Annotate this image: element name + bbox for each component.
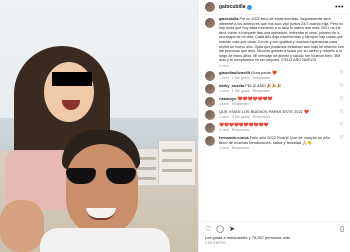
avatar[interactable]: [205, 96, 215, 107]
avatar[interactable]: [205, 2, 215, 12]
like-comment-heart-icon[interactable]: ♡: [340, 70, 344, 81]
comment-item: QUE VIVAN LOS BUENOS PAPAS ESTE 2022 ❤️ …: [199, 107, 350, 120]
girl-face: [44, 62, 94, 122]
avatar[interactable]: [205, 135, 215, 146]
comment-item: kathy_sosilla FELIZ AÑO 🎉🎉🎉 1 sem 1 Me gu…: [199, 81, 350, 94]
reply-button[interactable]: Responder: [253, 76, 271, 80]
post-actions: ♡ ◯ ➤ ▯ Les gusta a melanandia y 79,057 …: [199, 221, 350, 252]
reply-button[interactable]: Responder: [232, 102, 250, 106]
man-face: [66, 144, 138, 236]
sunglasses: [66, 168, 136, 184]
comment-time: 1 sem: [219, 101, 229, 106]
post-date: 1 DE ENERO: [205, 241, 226, 245]
comment-time: 1 sem: [219, 88, 229, 93]
comment-username[interactable]: gianellaolivos69: [219, 70, 250, 75]
reply-button[interactable]: Responder: [253, 115, 271, 119]
caption: gatocubilla Por un 2022 lleno de estas s…: [199, 15, 350, 68]
comment-likes[interactable]: 3 Me gusta: [232, 76, 250, 80]
like-comment-heart-icon[interactable]: ♡: [340, 122, 344, 133]
comment-time: 1 sem: [219, 75, 229, 80]
caption-text: gatocubilla Por un 2022 lleno de estas s…: [219, 17, 344, 63]
post-photo[interactable]: [0, 0, 198, 252]
man-shirt: [40, 228, 170, 252]
comment-text: ❤️❤️❤️❤️❤️❤️❤️❤️❤️❤️: [219, 121, 269, 127]
avatar[interactable]: [205, 122, 215, 133]
censor-bar: [52, 72, 92, 86]
more-options-icon[interactable]: •••: [335, 4, 344, 11]
caption-time: 1 sem: [219, 63, 229, 68]
comments-list[interactable]: gatocubilla Por un 2022 lleno de estas s…: [199, 15, 350, 222]
comment-text: Gran padre ❤️: [251, 69, 278, 75]
comment-text: ❤️❤️❤️❤️❤️❤️❤️: [237, 95, 273, 101]
post-header: gatocubilla •••: [199, 0, 350, 15]
post-sidebar: gatocubilla ••• gatocubilla Por un 2022 …: [198, 0, 350, 252]
caption-username[interactable]: gatocubilla: [219, 17, 238, 21]
avatar[interactable]: [205, 18, 215, 28]
like-comment-heart-icon[interactable]: ♡: [340, 109, 344, 120]
comment-text: FELIZ AÑO 🎉🎉🎉: [245, 82, 282, 88]
comment-likes[interactable]: 3 Me gusta: [232, 115, 250, 119]
comment-username[interactable]: kathy_sosilla: [219, 83, 244, 88]
comment-likes[interactable]: 1 Me gusta: [232, 89, 250, 93]
comment-text: QUE VIVAN LOS BUENOS PAPAS ESTE 2022 ❤️: [219, 108, 310, 114]
comment-item: gianellaolivos69 Gran padre ❤️ 1 sem 3 Me…: [199, 68, 350, 81]
comment-item: ❤️❤️❤️❤️❤️❤️❤️❤️❤️❤️ 1 sem Responder ♡: [199, 120, 350, 133]
avatar[interactable]: [205, 70, 215, 81]
like-heart-icon[interactable]: ♡: [205, 226, 211, 234]
post-username[interactable]: gatocubilla: [219, 4, 245, 10]
building: [158, 140, 196, 186]
comment-icon[interactable]: ◯: [216, 226, 224, 234]
reply-button[interactable]: Responder: [253, 89, 271, 93]
arm: [0, 200, 44, 252]
like-comment-heart-icon[interactable]: ♡: [340, 96, 344, 107]
comment-time: 1 sem: [219, 114, 229, 119]
avatar[interactable]: [205, 83, 215, 94]
instagram-post: gatocubilla ••• gatocubilla Por un 2022 …: [0, 0, 350, 252]
reply-button[interactable]: Responder: [232, 146, 250, 150]
share-icon[interactable]: ➤: [229, 226, 235, 234]
comment-username[interactable]: rikkaloyo: [219, 96, 237, 101]
reply-button[interactable]: Responder: [232, 128, 250, 132]
like-comment-heart-icon[interactable]: ♡: [340, 135, 344, 150]
verified-badge-icon: [247, 4, 253, 10]
comment-item: rikkaloyo ❤️❤️❤️❤️❤️❤️❤️ 1 sem Responder …: [199, 94, 350, 107]
comment-time: 1 sem: [219, 127, 229, 132]
comment-time: 1 sem: [219, 145, 229, 150]
avatar[interactable]: [205, 109, 215, 120]
save-bookmark-icon[interactable]: ▯: [340, 226, 344, 234]
comment-item: fernando.cueva Feliz año 2022 Rodrii! Qu…: [199, 133, 350, 150]
like-comment-heart-icon[interactable]: ♡: [340, 83, 344, 94]
